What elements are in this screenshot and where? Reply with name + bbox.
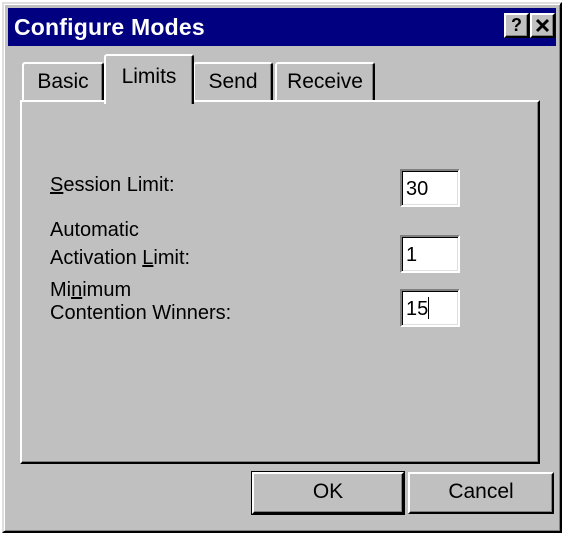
- automatic-activation-limit-input[interactable]: 1: [400, 235, 460, 273]
- input-value: 1: [406, 244, 418, 266]
- input-value: 30: [406, 178, 429, 200]
- label-line: Minimum: [50, 279, 231, 302]
- window-title: Configure Modes: [14, 14, 205, 40]
- label-text: imum: [82, 279, 132, 301]
- cancel-button[interactable]: Cancel: [408, 472, 554, 514]
- close-icon: [535, 18, 550, 33]
- tab-label: Receive: [287, 70, 363, 93]
- tab-label: Basic: [37, 70, 89, 93]
- label-line: Activation Limit:: [50, 247, 190, 270]
- tab-label: Limits: [121, 65, 177, 88]
- title-bar[interactable]: Configure Modes ?: [8, 8, 556, 46]
- label-text: Mi: [50, 279, 72, 301]
- tab-limits[interactable]: Limits: [104, 54, 194, 104]
- label-text: imit:: [153, 247, 191, 269]
- mnemonic: L: [142, 247, 154, 269]
- help-button[interactable]: ?: [504, 13, 529, 38]
- label-text: Activation: [50, 247, 143, 269]
- tab-basic[interactable]: Basic: [22, 62, 104, 102]
- minimum-contention-winners-input[interactable]: 15: [400, 289, 460, 327]
- label-line: Contention Winners:: [50, 302, 232, 324]
- tab-receive[interactable]: Receive: [275, 62, 375, 102]
- text-caret: [428, 297, 430, 319]
- minimum-contention-winners-label: Minimum Contention Winners:: [50, 279, 231, 325]
- mnemonic: n: [71, 279, 83, 301]
- mnemonic: S: [50, 174, 64, 196]
- tab-send[interactable]: Send: [193, 62, 273, 102]
- label-line: Automatic: [50, 219, 139, 241]
- tab-label: Send: [208, 70, 258, 93]
- label-text: ession Limit:: [63, 174, 175, 196]
- automatic-activation-limit-label: Automatic Activation Limit:: [50, 219, 190, 270]
- selected-tab-join: [106, 100, 191, 103]
- input-value: 15: [406, 298, 429, 320]
- session-limit-input[interactable]: 30: [400, 169, 460, 207]
- close-button[interactable]: [530, 13, 555, 38]
- ok-button[interactable]: OK: [251, 471, 405, 515]
- session-limit-label: Session Limit:: [50, 174, 175, 197]
